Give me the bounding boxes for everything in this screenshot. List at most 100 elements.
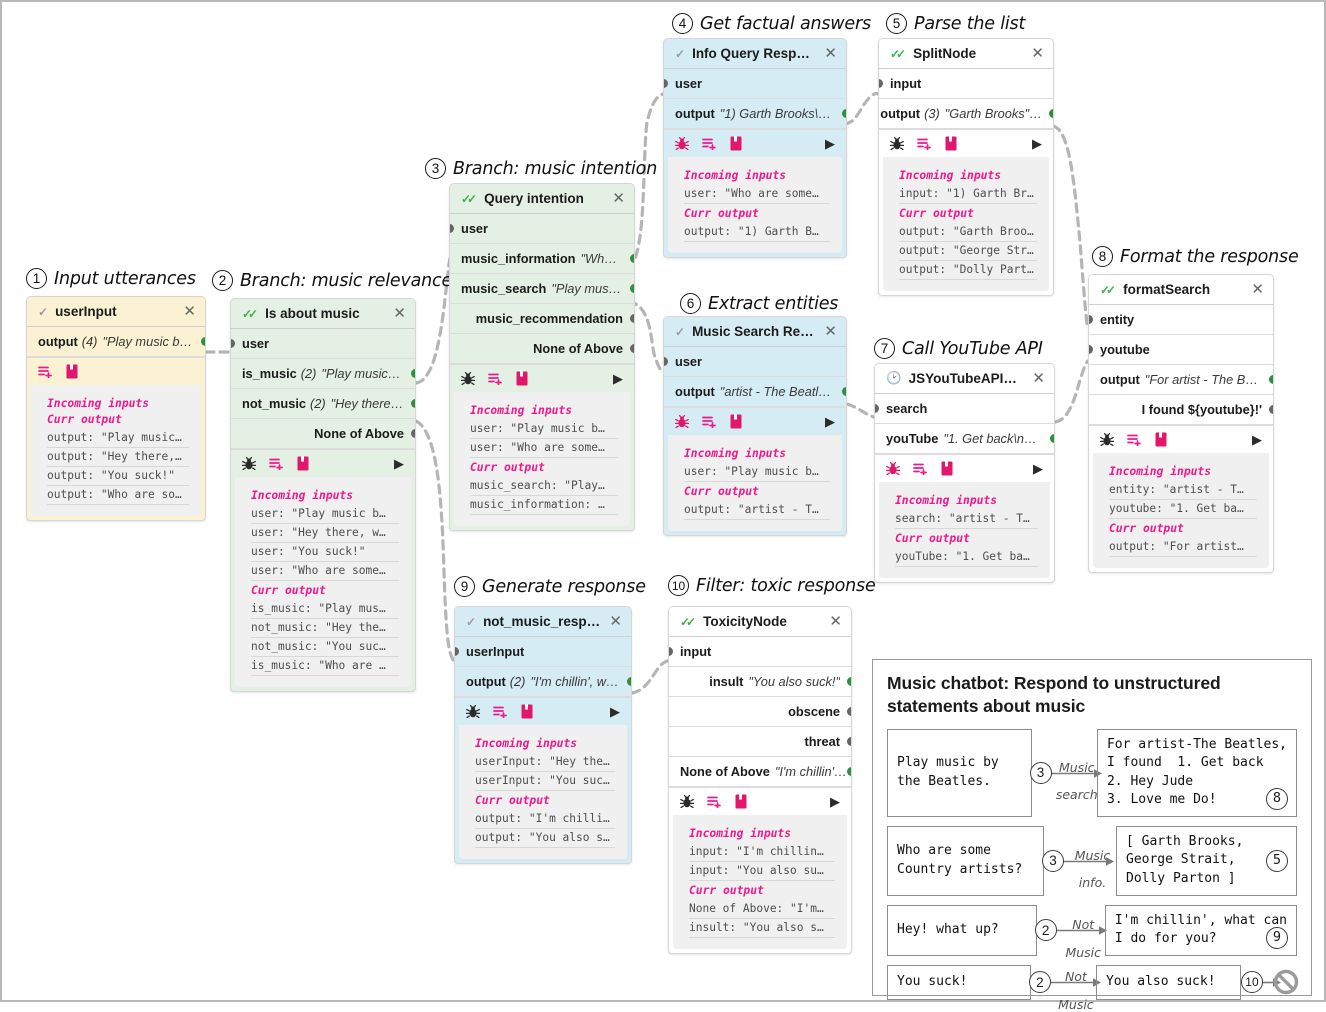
output-port[interactable]	[627, 677, 631, 686]
close-icon[interactable]: ✕	[393, 306, 406, 321]
port-row-template[interactable]: I found ${youtube}!'	[1089, 395, 1273, 425]
output-port[interactable]	[411, 429, 415, 438]
port-row-user[interactable]: user	[664, 347, 846, 377]
close-icon[interactable]: ✕	[1031, 46, 1044, 61]
input-port[interactable]	[669, 647, 673, 656]
node-header[interactable]: ✓✓ Is about music ✕	[231, 299, 415, 329]
output-port[interactable]	[1269, 405, 1273, 414]
node-toolbar[interactable]: ▶	[875, 454, 1054, 482]
book-icon[interactable]	[941, 461, 953, 476]
bug-icon[interactable]	[461, 371, 475, 386]
bug-icon[interactable]	[466, 704, 480, 719]
output-port[interactable]	[630, 254, 634, 263]
node-query-intention[interactable]: ✓✓ Query intention ✕ user music_informat…	[449, 183, 635, 531]
port-row-output[interactable]: output (2) "I'm chillin', wh…	[455, 667, 631, 697]
node-not-music-response[interactable]: ✓ not_music_respo… ✕ userInput output (2…	[454, 606, 632, 864]
node-toolbar[interactable]: ▶	[669, 787, 851, 815]
node-format-search[interactable]: ✓✓ formatSearch ✕ entity youtube output …	[1088, 274, 1274, 573]
port-row-youtube[interactable]: youTube "1. Get back\n2. …	[875, 424, 1054, 454]
port-row-none-of-above[interactable]: None of Above	[450, 334, 634, 364]
input-port[interactable]	[450, 224, 454, 233]
node-toolbar[interactable]: ▶	[1089, 425, 1273, 453]
node-header[interactable]: ✓✓ SplitNode ✕	[879, 39, 1053, 69]
output-port[interactable]	[847, 707, 851, 716]
node-user-input[interactable]: ✓ userInput ✕ output (4) "Play music by …	[26, 296, 206, 521]
list-plus-icon[interactable]	[702, 415, 717, 428]
book-icon[interactable]	[521, 704, 533, 719]
port-row-output[interactable]: output "artist - The Beatle…	[664, 377, 846, 407]
book-icon[interactable]	[516, 371, 528, 386]
port-row-youtube[interactable]: youtube	[1089, 335, 1273, 365]
node-is-about-music[interactable]: ✓✓ Is about music ✕ user is_music (2) "P…	[230, 298, 416, 692]
node-toolbar[interactable]: ▶	[664, 129, 846, 157]
output-port[interactable]	[842, 387, 846, 396]
bug-icon[interactable]	[242, 456, 256, 471]
output-port[interactable]	[847, 677, 851, 686]
input-port[interactable]	[664, 357, 668, 366]
port-row-user[interactable]: user	[450, 214, 634, 244]
list-plus-icon[interactable]	[913, 462, 928, 475]
list-plus-icon[interactable]	[493, 705, 508, 718]
book-icon[interactable]	[735, 794, 747, 809]
output-port[interactable]	[847, 767, 851, 776]
output-port[interactable]	[1050, 434, 1054, 443]
input-port[interactable]	[1089, 315, 1093, 324]
node-header[interactable]: ✓ Info Query Resp… ✕	[664, 39, 846, 69]
port-row-not-music[interactable]: not_music (2) "Hey there, …	[231, 389, 415, 419]
output-port[interactable]	[411, 369, 415, 378]
node-music-search-response[interactable]: ✓ Music Search Re… ✕ user output "artist…	[663, 316, 847, 536]
output-port[interactable]	[1269, 375, 1273, 384]
node-toolbar[interactable]: ▶	[455, 697, 631, 725]
output-port[interactable]	[630, 284, 634, 293]
list-plus-icon[interactable]	[707, 795, 722, 808]
input-port[interactable]	[231, 339, 235, 348]
node-header[interactable]: ✓✓ formatSearch ✕	[1089, 275, 1273, 305]
node-toolbar[interactable]: ▶	[231, 449, 415, 477]
close-icon[interactable]: ✕	[824, 46, 837, 61]
port-row-insult[interactable]: insult "You also suck!"	[669, 667, 851, 697]
port-row-output[interactable]: output (3) "Garth Brooks"…	[879, 99, 1053, 129]
node-toolbar[interactable]: ▶	[879, 129, 1053, 157]
input-port[interactable]	[879, 79, 883, 88]
port-row-entity[interactable]: entity	[1089, 305, 1273, 335]
book-icon[interactable]	[1155, 432, 1167, 447]
port-row-output[interactable]: output "1) Garth Brooks\n…	[664, 99, 846, 129]
input-port[interactable]	[875, 404, 879, 413]
list-plus-icon[interactable]	[38, 365, 53, 378]
close-icon[interactable]: ✕	[609, 614, 622, 629]
output-port[interactable]	[842, 109, 846, 118]
book-icon[interactable]	[730, 414, 742, 429]
list-plus-icon[interactable]	[269, 457, 284, 470]
close-icon[interactable]: ✕	[829, 614, 842, 629]
port-row-none-of-above[interactable]: None of Above "I'm chillin'…	[669, 757, 851, 787]
port-row-input[interactable]: input	[879, 69, 1053, 99]
port-row-none-of-above[interactable]: None of Above	[231, 419, 415, 449]
port-row-search[interactable]: search	[875, 394, 1054, 424]
close-icon[interactable]: ✕	[824, 324, 837, 339]
book-icon[interactable]	[66, 364, 78, 379]
input-port[interactable]	[1089, 345, 1093, 354]
close-icon[interactable]: ✕	[612, 191, 625, 206]
book-icon[interactable]	[945, 136, 957, 151]
node-header[interactable]: ✓ not_music_respo… ✕	[455, 607, 631, 637]
port-row-input[interactable]: input	[669, 637, 851, 667]
output-port[interactable]	[411, 399, 415, 408]
output-port[interactable]	[201, 337, 205, 346]
bug-icon[interactable]	[890, 136, 904, 151]
input-port[interactable]	[664, 79, 668, 88]
list-plus-icon[interactable]	[702, 137, 717, 150]
port-row-output[interactable]: output (4) "Play music by …	[27, 327, 205, 357]
port-row-music-recommendation[interactable]: music_recommendation	[450, 304, 634, 334]
node-js-youtube-api-call[interactable]: 🕑 JSYouTubeAPICall ✕ search youTube "1. …	[874, 363, 1055, 583]
close-icon[interactable]: ✕	[1032, 371, 1045, 386]
input-port[interactable]	[455, 647, 459, 656]
port-row-output[interactable]: output "For artist - The B…	[1089, 365, 1273, 395]
node-toolbar[interactable]	[27, 357, 205, 385]
node-toolbar[interactable]: ▶	[450, 364, 634, 392]
close-icon[interactable]: ✕	[1251, 282, 1264, 297]
output-port[interactable]	[847, 737, 851, 746]
node-header[interactable]: ✓✓ Query intention ✕	[450, 184, 634, 214]
node-header[interactable]: ✓✓ ToxicityNode ✕	[669, 607, 851, 637]
node-toolbar[interactable]: ▶	[664, 407, 846, 435]
list-plus-icon[interactable]	[488, 372, 503, 385]
